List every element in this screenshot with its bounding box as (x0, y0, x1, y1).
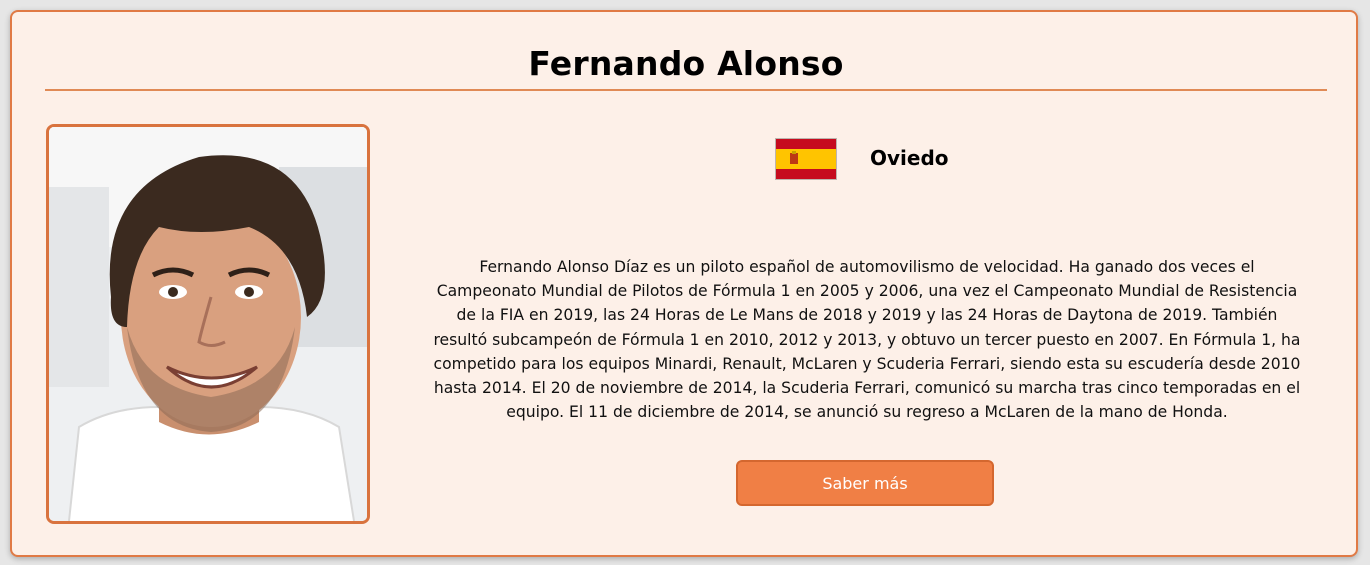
driver-portrait-image (49, 127, 367, 521)
title-divider (45, 89, 1327, 91)
driver-photo (46, 124, 370, 524)
driver-city: Oviedo (870, 146, 949, 170)
spain-flag-icon (776, 139, 836, 179)
saber-mas-button[interactable]: Saber más (736, 460, 994, 506)
driver-card: Fernando Alonso Oviedo Fernando Alonso D… (10, 10, 1358, 557)
driver-name: Fernando Alonso (528, 44, 844, 83)
driver-bio: Fernando Alonso Díaz es un piloto españo… (433, 258, 1301, 422)
